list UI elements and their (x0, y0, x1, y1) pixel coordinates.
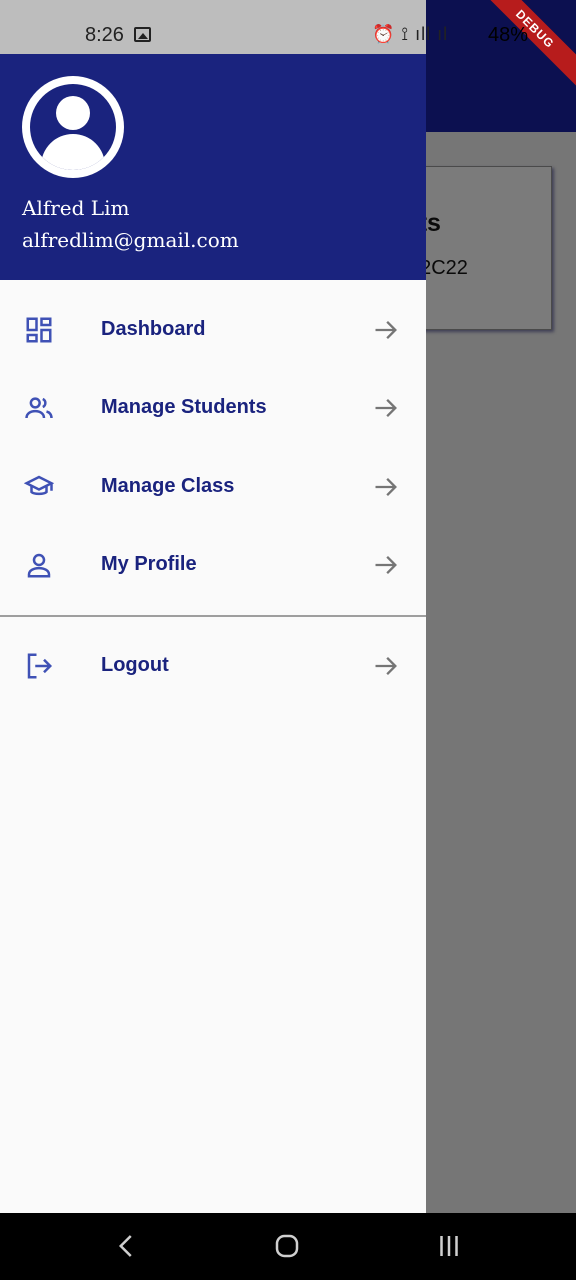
avatar-person-icon (30, 84, 116, 170)
menu-item-label: Manage Students (101, 396, 267, 418)
logout-icon (27, 653, 53, 679)
menu-item-label: Manage Class (101, 475, 235, 497)
menu-item-label: My Profile (101, 553, 197, 575)
recent-apps-icon[interactable] (434, 1231, 464, 1261)
user-name: Alfred Lim (22, 196, 130, 220)
drawer-divider (0, 615, 426, 617)
menu-item-my-profile[interactable]: My Profile (0, 526, 426, 604)
arrow-right-icon (375, 478, 397, 496)
back-icon[interactable] (112, 1231, 142, 1261)
arrow-right-icon (375, 657, 397, 675)
dashboard-icon (26, 317, 52, 343)
menu-item-manage-class[interactable]: Manage Class (0, 448, 426, 526)
menu-item-label: Logout (101, 654, 169, 676)
system-navigation-bar (0, 1213, 576, 1280)
arrow-right-icon (375, 321, 397, 339)
school-icon (24, 475, 54, 496)
status-icons: ⏰ ⟟ ıll ıl (372, 24, 449, 44)
arrow-right-icon (375, 399, 397, 417)
people-icon (25, 397, 53, 419)
gallery-notification-icon (134, 27, 151, 42)
menu-item-logout[interactable]: Logout (0, 627, 426, 705)
status-bar-drawer-area (0, 0, 426, 54)
menu-item-dashboard[interactable]: Dashboard (0, 291, 426, 369)
battery-level: 48% (488, 24, 529, 46)
avatar[interactable] (22, 76, 124, 178)
navigation-drawer: Alfred Lim alfredlim@gmail.com Dashboard… (0, 54, 426, 1213)
drawer-header: Alfred Lim alfredlim@gmail.com (0, 54, 426, 280)
user-email: alfredlim@gmail.com (22, 228, 239, 252)
status-time: 8:26 (85, 24, 124, 46)
arrow-right-icon (375, 556, 397, 574)
menu-item-label: Dashboard (101, 318, 206, 340)
status-bar: 8:26 ⏰ ⟟ ıll ıl 48% (0, 0, 576, 54)
person-icon (27, 553, 51, 578)
home-icon[interactable] (272, 1231, 302, 1261)
menu-item-manage-students[interactable]: Manage Students (0, 369, 426, 447)
